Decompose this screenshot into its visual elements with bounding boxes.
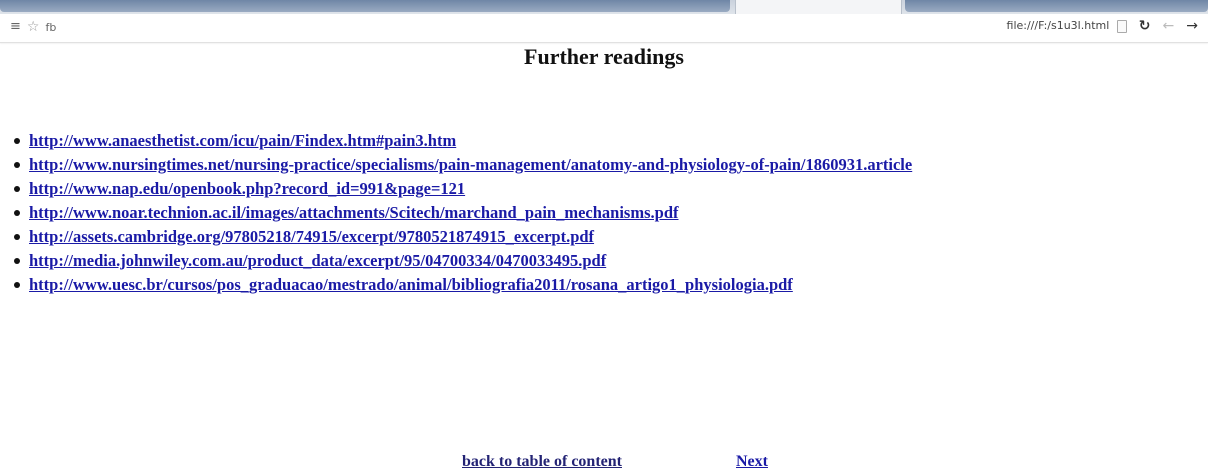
reading-link[interactable]: http://media.johnwiley.com.au/product_da…	[29, 251, 606, 270]
reading-list: http://www.anaesthetist.com/icu/pain/Fin…	[14, 129, 912, 297]
list-item: http://www.noar.technion.ac.il/images/at…	[14, 201, 912, 225]
bullet	[14, 258, 20, 265]
list-item: http://www.nap.edu/openbook.php?record_i…	[14, 177, 912, 201]
url-text: file:///F:/s1u3l.html	[1006, 19, 1110, 33]
page-title: Further readings	[524, 44, 684, 69]
bullet	[14, 162, 20, 169]
forward-arrow-icon[interactable]: →	[1186, 19, 1198, 33]
back-arrow-icon[interactable]: ←	[1163, 19, 1175, 33]
tab-strip-background-right	[905, 0, 1208, 12]
list-item: http://www.uesc.br/cursos/pos_graduacao/…	[14, 273, 912, 297]
bullet	[14, 210, 20, 217]
next-link[interactable]: Next	[736, 453, 768, 471]
page-icon	[1116, 19, 1127, 33]
tab-strip-background	[0, 0, 730, 12]
reading-link[interactable]: http://www.nursingtimes.net/nursing-prac…	[29, 155, 912, 174]
list-item: http://media.johnwiley.com.au/product_da…	[14, 249, 912, 273]
bullet	[14, 282, 20, 289]
browser-toolbar: ≡ ☆ fb file:///F:/s1u3l.html ↻ ← →	[0, 14, 1208, 43]
reading-link[interactable]: http://www.nap.edu/openbook.php?record_i…	[29, 179, 465, 198]
back-to-toc-link[interactable]: back to table of content	[462, 453, 622, 471]
list-item: http://www.anaesthetist.com/icu/pain/Fin…	[14, 129, 912, 153]
reload-icon[interactable]: ↻	[1139, 19, 1151, 33]
reading-link[interactable]: http://www.noar.technion.ac.il/images/at…	[29, 203, 679, 222]
reading-link[interactable]: http://www.uesc.br/cursos/pos_graduacao/…	[29, 275, 793, 294]
reading-link[interactable]: http://www.anaesthetist.com/icu/pain/Fin…	[29, 131, 456, 150]
list-item: http://assets.cambridge.org/97805218/749…	[14, 225, 912, 249]
list-item: http://www.nursingtimes.net/nursing-prac…	[14, 153, 912, 177]
bullet	[14, 234, 20, 241]
address-bar[interactable]: file:///F:/s1u3l.html	[1007, 19, 1127, 33]
bullet	[14, 138, 20, 145]
browser-tab-strip	[0, 0, 1208, 14]
bullet	[14, 186, 20, 193]
browser-tab[interactable]	[735, 0, 902, 14]
menu-icon[interactable]: ≡	[10, 20, 21, 34]
bookmark-label[interactable]: fb	[45, 21, 56, 34]
bookmark-star-icon[interactable]: ☆	[27, 20, 40, 34]
reading-link[interactable]: http://assets.cambridge.org/97805218/749…	[29, 227, 594, 246]
